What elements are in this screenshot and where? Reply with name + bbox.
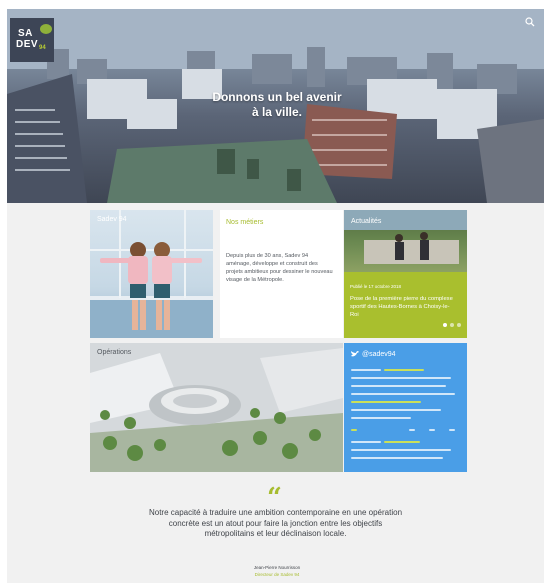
- carousel-dot[interactable]: [443, 323, 447, 327]
- tweet-text-line: [351, 441, 381, 443]
- card-operations[interactable]: Opérations: [90, 343, 343, 472]
- hero-title-line1: Donnons un bel avenir: [212, 90, 342, 104]
- tweet-text-line: [351, 449, 451, 451]
- card-operations-label: Opérations: [97, 349, 132, 356]
- page: SA DEV 94 Donnons un bel avenir à la vil…: [0, 0, 546, 583]
- tweet-text-line: [384, 369, 424, 371]
- carousel-dot[interactable]: [457, 323, 461, 327]
- tweet-text-line: [351, 417, 411, 419]
- logo-text-sa: SA: [18, 28, 33, 39]
- website-canvas: SA DEV 94 Donnons un bel avenir à la vil…: [7, 9, 544, 583]
- logo-text-dev: DEV: [16, 39, 39, 50]
- tweet-text-line: [351, 401, 421, 403]
- card-twitter-feed[interactable]: @sadev94: [344, 343, 467, 472]
- hero-banner: SA DEV 94 Donnons un bel avenir à la vil…: [7, 9, 544, 203]
- quote-author: Jean-Pierre Nourrisson: [253, 565, 301, 570]
- tweet-text-line: [351, 409, 441, 411]
- tweet-action-icon[interactable]: [351, 429, 357, 431]
- tweet-text-line: [351, 369, 381, 371]
- carousel-dots: [443, 323, 465, 329]
- sadev94-logo[interactable]: SA DEV 94: [10, 18, 54, 62]
- quote-text: Notre capacité à traduire une ambition c…: [148, 508, 403, 539]
- carousel-dot[interactable]: [450, 323, 454, 327]
- quote-icon: “: [267, 483, 282, 513]
- tweet-text-line: [351, 393, 455, 395]
- hero-title: Donnons un bel avenir à la ville.: [157, 90, 397, 120]
- news-date: Publié le 17 octobre 2018: [350, 284, 402, 289]
- card-sadev94-label: Sadev 94: [97, 216, 127, 223]
- logo-text-94: 94: [39, 45, 46, 51]
- twitter-bird-icon: [351, 351, 359, 357]
- tweet-text-line: [351, 385, 446, 387]
- tweet-action-icon[interactable]: [429, 429, 435, 431]
- operations-rendering-image: [90, 343, 343, 472]
- card-metiers-text: Depuis plus de 30 ans, Sadev 94 aménage,…: [226, 253, 333, 283]
- news-headline[interactable]: Pose de la première pierre du complexe s…: [350, 295, 456, 319]
- card-sadev94[interactable]: Sadev 94: [90, 210, 213, 338]
- logo-tree-icon: [40, 24, 52, 34]
- tweet-action-icon[interactable]: [409, 429, 415, 431]
- quote-author-role: Directeur de Sadev 94: [254, 572, 300, 577]
- card-actualites[interactable]: Actualités Publié le 17 octobre 2018 Pos…: [344, 210, 467, 338]
- tweet-text-line: [351, 457, 443, 459]
- card-actualites-label: Actualités: [351, 218, 382, 225]
- hero-title-line2: à la ville.: [251, 105, 303, 119]
- tweet-action-icon[interactable]: [449, 429, 455, 431]
- card-metiers-heading: Nos métiers: [226, 219, 264, 226]
- kids-window-photo: [90, 210, 213, 338]
- tweet-text-line: [384, 441, 420, 443]
- tweet-text-line: [351, 377, 451, 379]
- twitter-handle[interactable]: @sadev94: [362, 351, 396, 358]
- search-icon[interactable]: [523, 15, 537, 29]
- card-nos-metiers[interactable]: Nos métiers Depuis plus de 30 ans, Sadev…: [220, 210, 343, 338]
